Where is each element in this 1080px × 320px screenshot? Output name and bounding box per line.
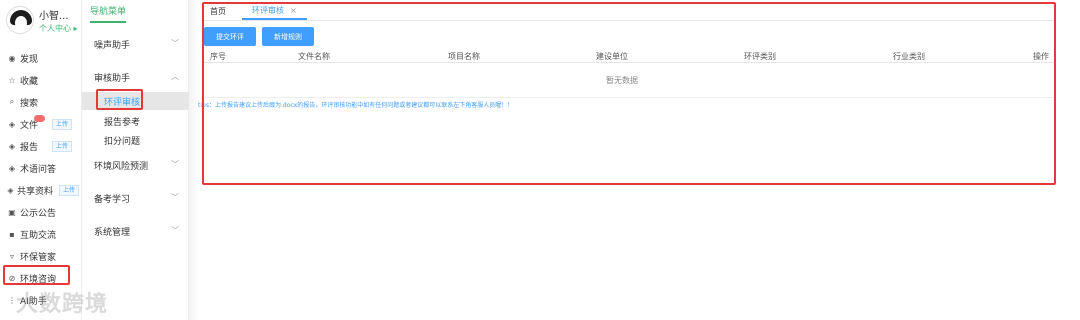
chevron-down-icon: ﹀ [171,39,179,48]
shield-icon: ▿ [9,251,14,261]
rail-item-glossary[interactable]: ◈ 术语问答 [7,159,79,177]
layers-icon: ◈ [7,185,14,195]
layers-icon: ◈ [8,141,16,151]
rail-item-label: 公示公告 [20,208,57,219]
rail-item-label: 收藏 [20,76,39,87]
rail-item-eco-steward[interactable]: ▿ 环保管家 [7,247,79,265]
menu-group-exam-study[interactable]: 备考学习 ﹀ [94,192,189,205]
rail-item-files[interactable]: ◈ 文件 上传 [7,115,79,133]
rail-item-label: 互助交流 [20,230,57,241]
menu-group-label: 系统管理 [94,228,131,238]
avatar[interactable] [6,6,34,34]
rail-item-label: 报告 [20,142,39,153]
chevron-down-icon: ﹀ [171,193,179,202]
username: 小智... [39,11,69,22]
discover-icon: ◉ [8,53,16,63]
star-icon: ☆ [8,75,16,85]
layers-icon: ◈ [8,119,16,129]
chevron-down-icon: ﹀ [171,160,179,169]
chat-icon: ▪ [9,229,15,239]
search-icon: ⌕ [9,97,15,106]
rail-item-community[interactable]: ▪ 互助交流 [7,225,79,243]
annotation-box-env-consulting [3,265,70,285]
notification-badge [34,115,45,122]
menu-divider [189,0,199,320]
upload-tag[interactable]: 上传 [58,184,79,196]
rail-item-shared[interactable]: ◈ 共享资料 上传 [7,181,79,199]
rail-item-search[interactable]: ⌕ 搜索 [7,93,79,111]
user-center-link[interactable]: 个人中心 ▸ [39,23,78,34]
user-profile[interactable]: 小智... 个人中心 ▸ [6,4,82,40]
upload-tag[interactable]: 上传 [52,140,73,152]
menu-group-label: 审核助手 [94,74,131,84]
menu-group-label: 备考学习 [94,195,131,205]
avatar-face [15,16,27,30]
rail-item-reports[interactable]: ◈ 报告 上传 [7,137,79,155]
menu-group-audit[interactable]: 审核助手 ︿ [94,71,189,84]
menu-sub-label: 扣分问题 [104,136,141,147]
menu-group-system[interactable]: 系统管理 ﹀ [94,225,189,238]
menu-group-noise[interactable]: 噪声助手 ﹀ [94,38,189,51]
chevron-up-icon: ︿ [171,72,179,81]
menu-title: 导航菜单 [90,4,127,23]
layers-icon: ◈ [8,163,16,173]
watermark: 大数跨境 [16,292,109,317]
menu-group-env-risk[interactable]: 环境风险预测 ﹀ [94,159,189,172]
board-icon: ▣ [8,207,16,217]
annotation-box-main [202,2,1056,185]
menu-sub-report-reference[interactable]: 报告参考 [82,112,189,130]
menu-sub-label: 报告参考 [104,117,141,128]
rail-item-label: 搜索 [20,98,39,109]
menu-group-label: 环境风险预测 [94,162,149,172]
chevron-down-icon: ﹀ [171,226,179,235]
annotation-box-eia-audit [96,89,143,110]
rail-item-favorites[interactable]: ☆ 收藏 [7,71,79,89]
rail-item-discover[interactable]: ◉ 发现 [7,49,79,67]
rail-item-label: 共享资料 [16,186,53,197]
app-window: 小智... 个人中心 ▸ ◉ 发现 ☆ 收藏 ⌕ 搜索 ◈ 文件 上传 ◈ 报告… [0,0,1080,320]
upload-tag[interactable]: 上传 [52,118,73,130]
nav-menu: 导航菜单 噪声助手 ﹀ 审核助手 ︿ 环评审核 报告参考 扣分问题 环境风险预测… [82,0,189,320]
rail-item-label: 发现 [20,54,39,65]
rail-item-label: 环保管家 [20,252,57,263]
menu-group-label: 噪声助手 [94,41,131,51]
menu-sub-deduction-issues[interactable]: 扣分问题 [82,131,189,149]
rail-item-label: 术语问答 [20,164,57,175]
rail-item-announcements[interactable]: ▣ 公示公告 [7,203,79,221]
